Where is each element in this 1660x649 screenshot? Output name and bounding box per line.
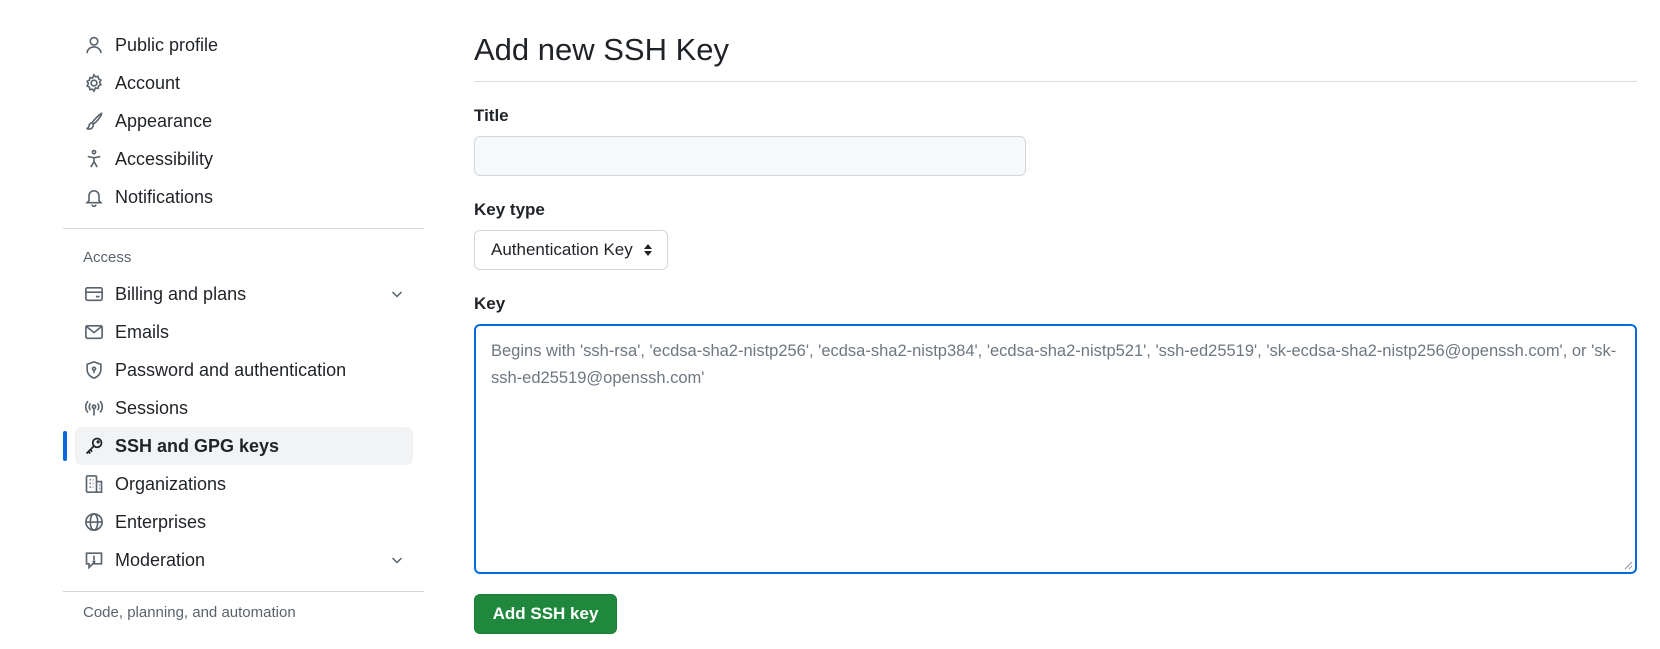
sidebar-item-notifications[interactable]: Notifications — [75, 178, 413, 216]
key-textarea[interactable]: Begins with 'ssh-rsa', 'ecdsa-sha2-nistp… — [474, 324, 1637, 574]
sidebar-item-label: Organizations — [115, 473, 227, 494]
sidebar-item-organizations[interactable]: Organizations — [75, 465, 413, 503]
organization-icon — [83, 473, 105, 495]
mail-icon — [83, 321, 105, 343]
sidebar-item-appearance[interactable]: Appearance — [75, 102, 413, 140]
key-type-selected-value: Authentication Key — [491, 240, 633, 259]
sidebar-item-emails[interactable]: Emails — [75, 313, 413, 351]
key-type-label: Key type — [474, 200, 545, 219]
sidebar-item-label: Notifications — [115, 186, 214, 207]
shield-lock-icon — [83, 359, 105, 381]
sidebar-item-enterprises[interactable]: Enterprises — [75, 503, 413, 541]
key-icon — [83, 435, 105, 457]
chevron-down-icon[interactable] — [389, 552, 405, 568]
sidebar-item-password-authentication[interactable]: Password and authentication — [75, 351, 413, 389]
broadcast-icon — [83, 397, 105, 419]
sidebar-item-account[interactable]: Account — [75, 64, 413, 102]
credit-card-icon — [83, 283, 105, 305]
report-icon — [83, 549, 105, 571]
sidebar-item-public-profile[interactable]: Public profile — [75, 26, 413, 64]
sidebar-item-moderation[interactable]: Moderation — [75, 541, 413, 579]
sidebar-item-label: Enterprises — [115, 511, 207, 532]
sidebar-item-label: Sessions — [115, 397, 189, 418]
paintbrush-icon — [83, 110, 105, 132]
sidebar-item-label: Public profile — [115, 34, 219, 55]
bell-icon — [83, 186, 105, 208]
sidebar-item-billing[interactable]: Billing and plans — [75, 275, 413, 313]
main-content: Add new SSH Key Title Key type Authentic… — [474, 28, 1637, 634]
key-type-select[interactable]: Authentication Key — [474, 230, 668, 270]
sidebar-item-label: Password and authentication — [115, 359, 347, 380]
title-divider — [474, 81, 1637, 82]
sidebar-divider — [63, 228, 424, 229]
select-arrows-icon — [644, 244, 652, 256]
sidebar-item-label: Emails — [115, 321, 170, 342]
sidebar-item-accessibility[interactable]: Accessibility — [75, 140, 413, 178]
page-title: Add new SSH Key — [474, 32, 730, 67]
add-ssh-key-button[interactable]: Add SSH key — [474, 594, 617, 634]
sidebar-divider — [63, 591, 424, 592]
globe-icon — [83, 511, 105, 533]
sidebar-item-label: Account — [115, 72, 181, 93]
title-field-label: Title — [474, 106, 509, 125]
sidebar-item-label: Billing and plans — [115, 283, 247, 304]
sidebar-section-heading-code-planning: Code, planning, and automation — [83, 604, 296, 621]
accessibility-icon — [83, 148, 105, 170]
title-input[interactable] — [474, 136, 1026, 176]
key-textarea-placeholder: Begins with 'ssh-rsa', 'ecdsa-sha2-nistp… — [491, 342, 1617, 387]
sidebar-item-label: Moderation — [115, 549, 206, 570]
gear-icon — [83, 72, 105, 94]
sidebar-item-label: Appearance — [115, 110, 213, 131]
sidebar-item-label: SSH and GPG keys — [115, 435, 280, 456]
resize-grip-icon[interactable] — [1623, 560, 1633, 570]
chevron-down-icon[interactable] — [389, 286, 405, 302]
sidebar-item-sessions[interactable]: Sessions — [75, 389, 413, 427]
person-icon — [83, 34, 105, 56]
sidebar-item-ssh-gpg-keys[interactable]: SSH and GPG keys — [63, 427, 413, 465]
settings-sidebar: Public profile Account Appearance Access… — [63, 26, 424, 630]
sidebar-section-heading-access: Access — [83, 249, 132, 266]
key-field-label: Key — [474, 294, 506, 313]
sidebar-item-label: Accessibility — [115, 148, 214, 169]
